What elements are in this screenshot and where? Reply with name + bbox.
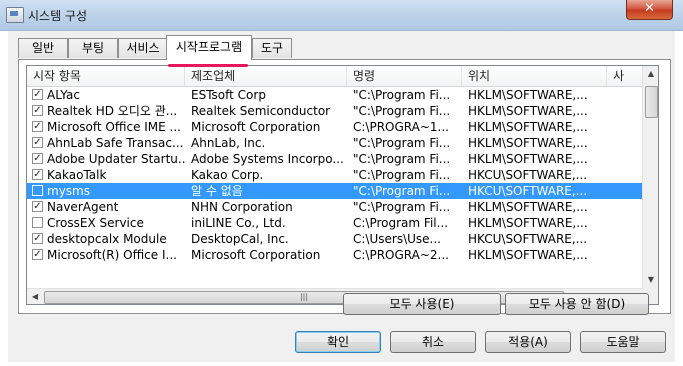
startup-item-command: C:\PROGRA~2... [353,248,449,262]
startup-item-command: "C:\Program Fi... [353,88,451,102]
startup-item-manufacturer: ESTsoft Corp [191,88,266,102]
table-row[interactable]: mysms 알 수 없음 "C:\Program Fi... HKCU\SOFTWAR… [27,183,642,199]
startup-item-checkbox[interactable]: ✓ [32,201,43,212]
startup-item-manufacturer: Adobe Systems Incorpo... [191,152,344,166]
startup-item-location: HKLM\SOFTWARE,... [468,248,588,262]
column-command[interactable]: 명령 [347,66,462,86]
startup-item-command: "C:\Program Fi... [353,152,451,166]
startup-item-location: HKLM\SOFTWARE,... [468,136,588,150]
table-row[interactable]: ✓ KakaoTalk Kakao Corp. "C:\Program Fi... HK… [27,167,642,183]
table-row[interactable]: CrossEX Service iniLINE Co., Ltd. C:\Progr… [27,215,642,231]
tab-boot[interactable]: 부팅 [68,38,118,58]
tab-services[interactable]: 서비스 [118,38,168,58]
vertical-scroll-thumb[interactable] [645,86,658,118]
startup-item-manufacturer: Microsoft Corporation [191,120,321,134]
tab-tools[interactable]: 도구 [252,38,292,58]
table-row[interactable]: ✓ ALYac ESTsoft Corp "C:\Program Fi... HKLM\… [27,87,642,103]
startup-item-manufacturer: Microsoft Corporation [191,248,321,262]
scroll-down-icon[interactable]: ▼ [643,272,658,288]
startup-item-manufacturer: DesktopCal, Inc. [191,232,289,246]
startup-item-name: Microsoft Office IME ... [47,120,181,134]
list-header: 시작 항목 제조업체 명령 위치 사 [27,66,642,87]
scroll-up-icon[interactable]: ▲ [643,66,658,82]
startup-item-manufacturer: 알 수 없음 [191,184,243,198]
table-row[interactable]: ✓ Microsoft Office IME ... Microsoft Corpo… [27,119,642,135]
startup-item-name: KakaoTalk [47,168,107,182]
startup-item-checkbox[interactable]: ✓ [32,105,43,116]
close-button[interactable]: ✕ [626,0,673,20]
startup-item-manufacturer: Realtek Semiconductor [191,104,331,118]
startup-item-name: AhnLab Safe Transac... [47,136,184,150]
startup-item-command: C:\Program Fil... [353,216,449,230]
active-tab-underline [168,64,248,67]
startup-item-location: HKCU\SOFTWARE,... [468,184,588,198]
scroll-left-icon[interactable]: ◀ [27,289,43,304]
title-bar: 시스템 구성 ✕ [0,0,683,31]
table-row[interactable]: ✓ Realtek HD 오디오 관... Realtek Semiconducto… [27,103,642,119]
close-icon: ✕ [644,1,655,16]
column-date-disabled[interactable]: 사 [607,66,642,86]
startup-item-location: HKLM\SOFTWARE,... [468,152,588,166]
disable-all-button[interactable]: 모두 사용 안 함(D) [505,293,649,315]
startup-item-checkbox[interactable]: ✓ [32,249,43,260]
startup-item-name: NaverAgent [47,200,119,214]
ok-button[interactable]: 확인 [295,331,381,353]
tab-general[interactable]: 일반 [18,38,68,58]
table-row[interactable]: ✓ NaverAgent NHN Corporation "C:\Program Fi… [27,199,642,215]
startup-item-checkbox[interactable]: ✓ [32,89,43,100]
startup-item-location: HKLM\SOFTWARE,... [468,120,588,134]
column-location[interactable]: 위치 [462,66,607,86]
startup-item-command: "C:\Program Fi... [353,168,451,182]
startup-item-name: Adobe Updater Startu... [47,152,185,166]
system-config-icon [6,7,24,23]
table-row[interactable]: ✓ Adobe Updater Startu... Adobe Systems In… [27,151,642,167]
startup-item-command: C:\Users\Use... [353,232,441,246]
startup-panel: 시작 항목 제조업체 명령 위치 사 ✓ ALYac ESTsoft Corp "C:… [18,59,671,314]
startup-item-location: HKCU\SOFTWARE,... [468,168,588,182]
startup-item-manufacturer: AhnLab, Inc. [191,136,266,150]
startup-list[interactable]: 시작 항목 제조업체 명령 위치 사 ✓ ALYac ESTsoft Corp "C:… [26,65,659,305]
startup-item-name: Realtek HD 오디오 관... [47,104,178,118]
startup-item-checkbox[interactable]: ✓ [32,233,43,244]
startup-item-manufacturer: iniLINE Co., Ltd. [191,216,286,230]
column-manufacturer[interactable]: 제조업체 [185,66,347,86]
apply-button[interactable]: 적용(A) [485,331,571,353]
startup-item-command: "C:\Program Fi... [353,184,451,198]
startup-item-command: "C:\Program Fi... [353,104,451,118]
startup-item-checkbox[interactable]: ✓ [32,121,43,132]
table-row[interactable]: ✓ desktopcalx Module DesktopCal, Inc. C:\Us… [27,231,642,247]
startup-item-name: mysms [47,184,90,198]
startup-item-location: HKLM\SOFTWARE,... [468,200,588,214]
startup-item-command: C:\PROGRA~1... [353,120,449,134]
startup-item-location: HKCU\SOFTWARE,... [468,232,588,246]
startup-item-name: ALYac [47,88,80,102]
column-startup-item[interactable]: 시작 항목 [27,66,185,86]
startup-item-location: HKLM\SOFTWARE,... [468,88,588,102]
startup-item-command: "C:\Program Fi... [353,136,451,150]
startup-item-name: desktopcalx Module [47,232,167,246]
startup-item-checkbox[interactable]: ✓ [32,153,43,164]
tab-startup[interactable]: 시작프로그램 [166,35,252,60]
startup-item-checkbox[interactable] [32,185,43,196]
cancel-button[interactable]: 취소 [390,331,476,353]
startup-item-manufacturer: Kakao Corp. [191,168,264,182]
help-button[interactable]: 도움말 [580,331,666,353]
vertical-scrollbar[interactable]: ▲ ▼ [642,66,658,304]
startup-item-name: Microsoft(R) Office I... [47,248,177,262]
startup-item-manufacturer: NHN Corporation [191,200,293,214]
startup-item-checkbox[interactable] [32,217,43,228]
startup-item-location: HKLM\SOFTWARE,... [468,104,588,118]
startup-item-command: "C:\Program Fi... [353,200,451,214]
dialog-client: 일반 부팅 서비스 시작프로그램 도구 시작 항목 제조업체 명령 위치 사 ✓… [8,31,675,362]
table-row[interactable]: ✓ Microsoft(R) Office I... Microsoft Corpo… [27,247,642,263]
startup-item-checkbox[interactable]: ✓ [32,137,43,148]
startup-item-location: HKLM\SOFTWARE,... [468,216,588,230]
startup-item-name: CrossEX Service [47,216,144,230]
table-row[interactable]: ✓ AhnLab Safe Transac... AhnLab, Inc. "C:\P… [27,135,642,151]
startup-item-checkbox[interactable]: ✓ [32,169,43,180]
enable-all-button[interactable]: 모두 사용(E) [343,293,501,315]
window-title: 시스템 구성 [28,9,88,23]
